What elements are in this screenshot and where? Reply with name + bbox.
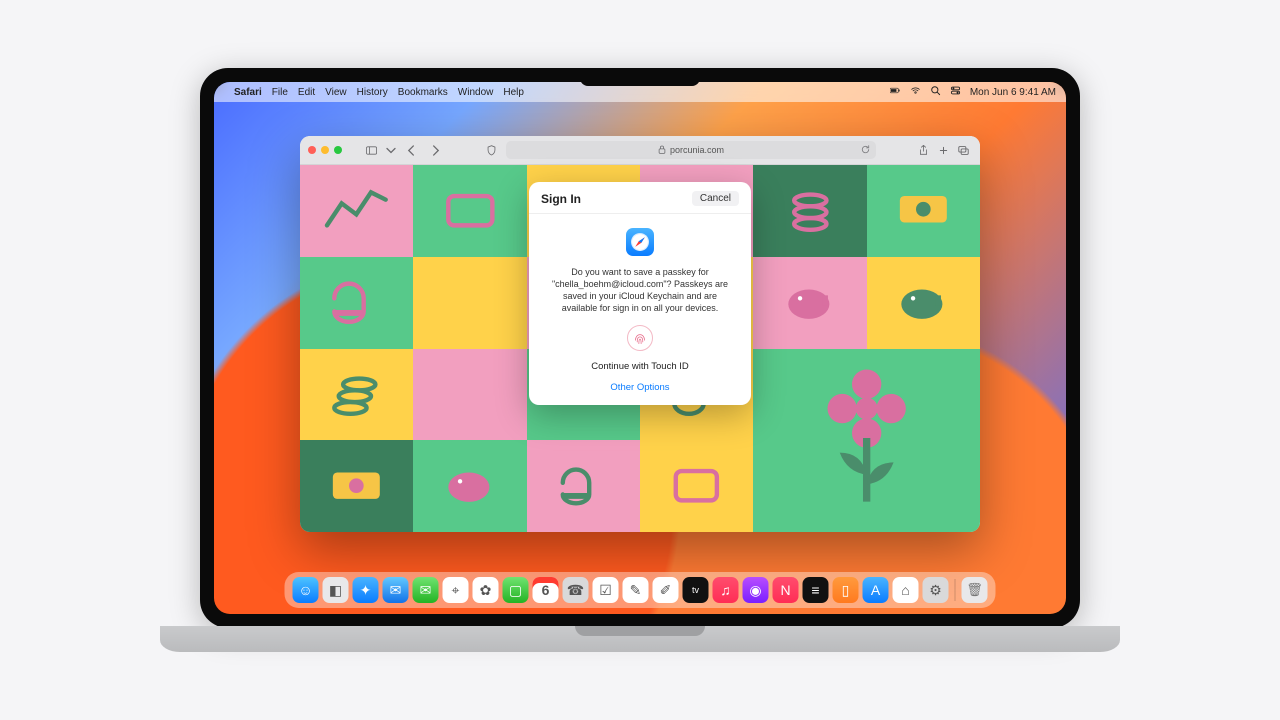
dock-app-music[interactable]: ♫ [713,577,739,603]
dock: ☺◧✦✉✉⌖✿▢6☎☑✎✐tv♫◉N≡▯A⌂⚙🗑 [285,572,996,608]
new-tab-icon[interactable] [934,142,952,158]
dialog-title: Sign In [541,192,581,206]
touch-id-icon[interactable] [627,325,653,351]
battery-icon[interactable] [890,85,901,99]
dock-app-freeform[interactable]: ✐ [653,577,679,603]
tab-overview-icon[interactable] [954,142,972,158]
dock-trash[interactable]: 🗑 [962,577,988,603]
dock-app-settings[interactable]: ⚙ [923,577,949,603]
spotlight-icon[interactable] [930,85,941,99]
dock-app-contacts[interactable]: ☎ [563,577,589,603]
passkey-dialog: Sign In Cancel Do you want to save a pas… [529,182,751,405]
dock-app-messages[interactable]: ✉ [413,577,439,603]
dialog-message: Do you want to save a passkey for "chell… [547,266,733,315]
share-icon[interactable] [914,142,932,158]
laptop-base [160,626,1120,652]
dock-app-launchpad[interactable]: ◧ [323,577,349,603]
cancel-button[interactable]: Cancel [692,191,739,206]
sidebar-toggle[interactable] [362,142,380,158]
lock-icon [658,145,666,156]
menu-bookmarks[interactable]: Bookmarks [398,87,448,98]
address-text: porcunia.com [670,145,724,155]
window-zoom[interactable] [334,146,342,154]
other-options-link[interactable]: Other Options [610,382,669,393]
menu-help[interactable]: Help [503,87,524,98]
dock-app-tv[interactable]: tv [683,577,709,603]
dock-app-safari[interactable]: ✦ [353,577,379,603]
dock-app-podcasts[interactable]: ◉ [743,577,769,603]
safari-toolbar: porcunia.com [300,136,980,165]
nav-back[interactable] [402,142,420,158]
dock-app-appstore[interactable]: A [863,577,889,603]
wifi-icon[interactable] [910,85,921,99]
privacy-report-icon[interactable] [482,142,500,158]
dock-app-books[interactable]: ▯ [833,577,859,603]
dock-app-stocks[interactable]: ≡ [803,577,829,603]
nav-forward[interactable] [426,142,444,158]
dock-app-home[interactable]: ⌂ [893,577,919,603]
dock-app-calendar[interactable]: 6 [533,577,559,603]
window-close[interactable] [308,146,316,154]
menu-view[interactable]: View [325,87,347,98]
menu-history[interactable]: History [357,87,388,98]
dock-app-facetime[interactable]: ▢ [503,577,529,603]
dock-separator [955,579,956,601]
menu-window[interactable]: Window [458,87,494,98]
display-notch [580,68,700,86]
dock-app-notes[interactable]: ✎ [623,577,649,603]
window-minimize[interactable] [321,146,329,154]
menu-file[interactable]: File [272,87,288,98]
chevron-down-icon[interactable] [386,142,396,158]
dock-app-news[interactable]: N [773,577,799,603]
dock-app-reminders[interactable]: ☑ [593,577,619,603]
safari-window: porcunia.com [300,136,980,532]
desktop: Safari File Edit View History Bookmarks … [214,82,1066,614]
safari-app-icon [626,228,654,256]
menu-datetime[interactable]: Mon Jun 6 9:41 AM [970,87,1056,98]
dock-app-mail[interactable]: ✉ [383,577,409,603]
macbook-mock: Safari File Edit View History Bookmarks … [200,68,1080,652]
continue-label: Continue with Touch ID [591,361,689,372]
reload-icon[interactable] [861,145,870,156]
dock-app-maps[interactable]: ⌖ [443,577,469,603]
address-bar[interactable]: porcunia.com [506,141,876,159]
dock-app-photos[interactable]: ✿ [473,577,499,603]
control-center-icon[interactable] [950,85,961,99]
menu-edit[interactable]: Edit [298,87,315,98]
app-menu[interactable]: Safari [234,87,262,98]
dock-app-finder[interactable]: ☺ [293,577,319,603]
display-bezel: Safari File Edit View History Bookmarks … [200,68,1080,628]
